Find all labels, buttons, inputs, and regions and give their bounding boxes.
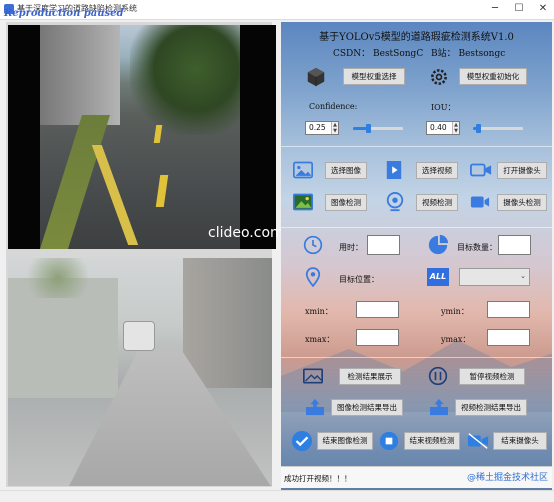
pause-icon (428, 366, 448, 386)
divider (281, 357, 552, 358)
export-image-result-button[interactable]: 图像检测结果导出 (331, 399, 403, 416)
model-weight-select-button[interactable]: 模型权重选择 (343, 68, 405, 85)
location-pin-icon (305, 267, 321, 287)
select-video-button[interactable]: 选择视频 (416, 162, 458, 179)
camera-off-icon (467, 433, 489, 449)
iou-label: IOU： (431, 103, 456, 112)
end-video-detect-button[interactable]: 结束视频检测 (404, 432, 460, 450)
check-circle-icon (291, 430, 313, 452)
road-building (40, 25, 120, 125)
road-trees (130, 25, 240, 135)
camera-detect-icon (470, 196, 490, 208)
media-area: clideo.com (6, 22, 284, 487)
divider (281, 227, 552, 228)
cube-icon (307, 67, 325, 87)
show-result-button[interactable]: 检测结果展示 (339, 368, 401, 385)
lane-marking (91, 145, 139, 245)
open-camera-button[interactable]: 打开摄像头 (497, 162, 547, 179)
video-file-icon (386, 161, 402, 179)
status-bar: 成功打开视频！！！ @稀土掘金技术社区 (281, 466, 552, 488)
model-weight-init-button[interactable]: 模型权重初始化 (459, 68, 527, 85)
pause-video-detect-button[interactable]: 暂停视频检测 (459, 368, 525, 385)
street-car (123, 321, 155, 351)
image-detect-button[interactable]: 图像检测 (325, 194, 367, 211)
bilibili-credit: B站： Bestsongc (431, 49, 506, 59)
original-view: clideo.com (8, 25, 284, 249)
webcam-icon (386, 192, 404, 212)
confidence-slider-handle[interactable] (366, 124, 371, 133)
image-detect-icon (293, 193, 313, 211)
ymax-field[interactable] (487, 329, 530, 346)
stop-circle-icon (379, 431, 399, 451)
status-message: 成功打开视频！！！ (284, 474, 352, 483)
road-image-top (40, 25, 240, 249)
ymin-label: ymin： (441, 307, 469, 316)
csdn-credit: CSDN： BestSongC (333, 49, 424, 59)
time-field[interactable] (367, 235, 400, 255)
iou-spinbox[interactable]: 0.40 ▲ ▼ (426, 121, 460, 135)
ymax-label: ymax： (441, 335, 471, 344)
confidence-value: 0.25 (309, 123, 326, 133)
detection-view (8, 258, 272, 486)
export-video-result-button[interactable]: 视频检测结果导出 (455, 399, 527, 416)
confidence-spinbox[interactable]: 0.25 ▲ ▼ (305, 121, 339, 135)
paused-overlay-label: Reproduction paused (4, 8, 124, 19)
settings-gear-icon (431, 69, 447, 85)
street-building (183, 258, 272, 388)
export-upload-icon (306, 398, 324, 416)
source-watermark: @稀土掘金技术社区 (466, 473, 548, 483)
lane-marking (153, 125, 163, 143)
target-select-combo[interactable]: ⌄ (459, 268, 530, 286)
pie-chart-icon (428, 234, 449, 255)
iou-slider[interactable] (473, 124, 523, 133)
end-camera-button[interactable]: 结束摄像头 (493, 432, 547, 450)
xmax-field[interactable] (356, 329, 399, 346)
export-upload-icon (430, 398, 448, 416)
close-icon[interactable]: ✕ (536, 2, 550, 16)
end-image-detect-button[interactable]: 结束图像检测 (317, 432, 373, 450)
chevron-down-icon[interactable]: ⌄ (520, 272, 526, 280)
target-count-field[interactable] (498, 235, 531, 255)
all-badge-icon: ALL (427, 268, 449, 286)
target-count-label: 目标数量： (457, 243, 497, 252)
camera-icon (470, 163, 492, 177)
window-controls: ─ ☐ ✕ (488, 2, 550, 16)
iou-value: 0.40 (430, 123, 447, 133)
select-image-button[interactable]: 选择图像 (325, 162, 367, 179)
spin-arrows-icon[interactable]: ▲ ▼ (331, 122, 338, 134)
maximize-icon[interactable]: ☐ (512, 2, 526, 16)
result-image-icon (303, 368, 323, 384)
xmax-label: xmax： (305, 335, 335, 344)
lane-marking (155, 175, 169, 207)
street-tree (18, 258, 98, 298)
xmin-label: xmin： (305, 307, 333, 316)
clock-icon (303, 235, 323, 255)
camera-detect-button[interactable]: 摄像头检测 (497, 194, 547, 211)
divider (281, 146, 552, 147)
video-watermark: clideo.com (208, 225, 284, 241)
time-label: 用时： (339, 243, 363, 252)
road-walkway (40, 115, 110, 249)
iou-slider-handle[interactable] (476, 124, 481, 133)
spin-arrows-icon[interactable]: ▲ ▼ (452, 122, 459, 134)
confidence-label: Confidence: (309, 102, 358, 111)
video-detect-button[interactable]: 视频检测 (416, 194, 458, 211)
image-icon (293, 161, 313, 179)
ymin-field[interactable] (487, 301, 530, 318)
window-bottom-edge (0, 490, 554, 502)
xmin-field[interactable] (356, 301, 399, 318)
control-panel: 基于YOLOv5模型的道路瑕疵检测系统V1.0 CSDN： BestSongC … (281, 22, 552, 490)
confidence-slider[interactable] (353, 124, 403, 133)
target-position-label: 目标位置： (339, 275, 379, 284)
minimize-icon[interactable]: ─ (488, 2, 502, 16)
panel-title: 基于YOLOv5模型的道路瑕疵检测系统V1.0 (319, 32, 514, 43)
